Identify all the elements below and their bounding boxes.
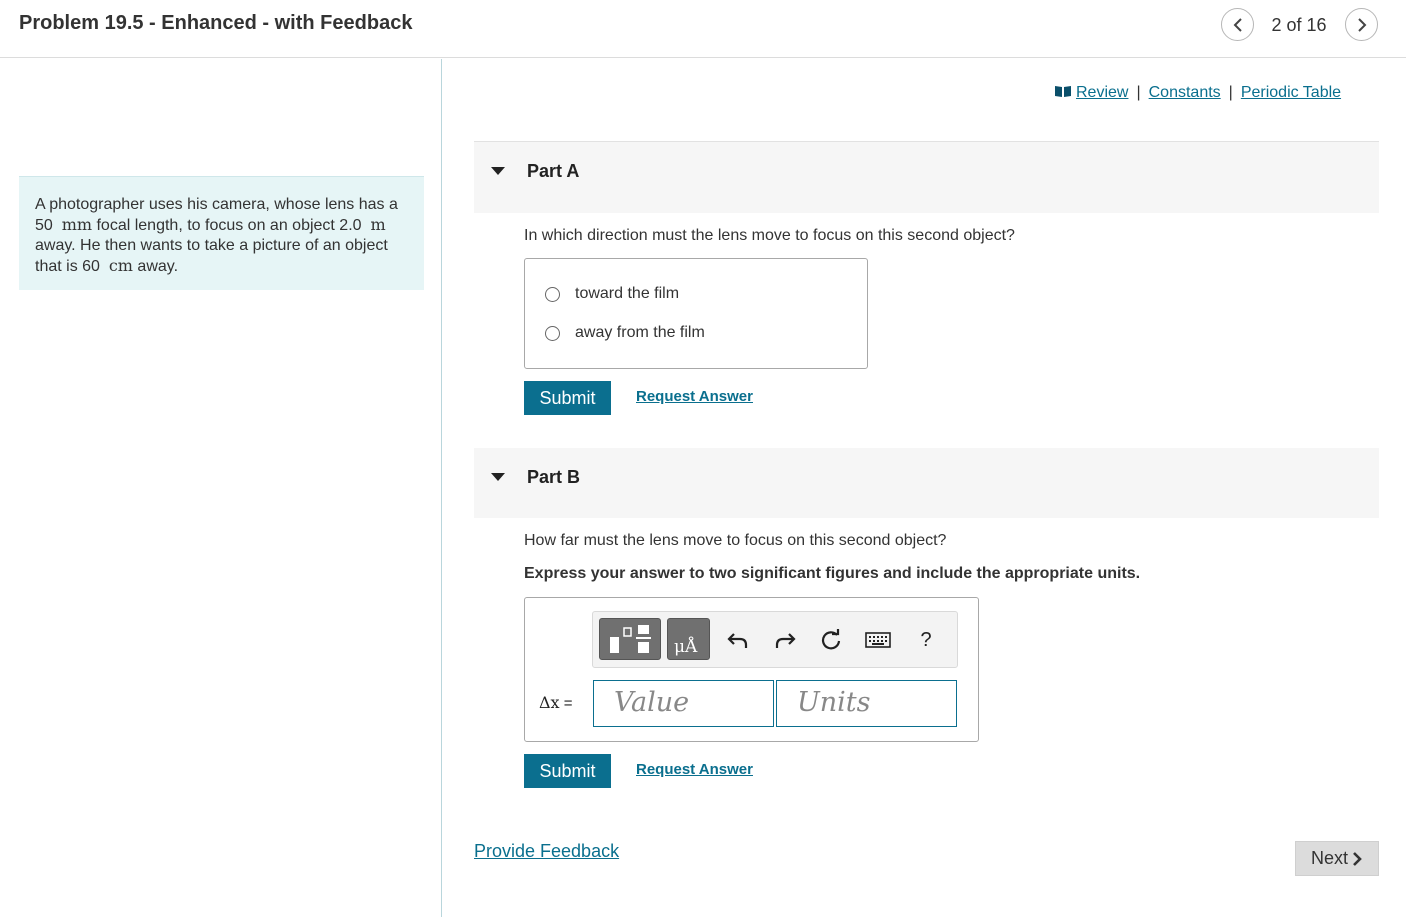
math-toolbar: μÅ ? (592, 611, 958, 668)
choice-label: toward the film (575, 285, 680, 302)
problem-intro: A photographer uses his camera, whose le… (19, 176, 424, 290)
intro-unit-m: m (370, 215, 386, 234)
intro-away-text: away. (132, 258, 179, 275)
units-input[interactable]: Units (776, 680, 957, 727)
keyboard-button[interactable] (864, 625, 892, 655)
part-b-question: How far must the lens move to focus on t… (524, 532, 947, 549)
choice-label: away from the film (575, 324, 705, 341)
part-a-header[interactable]: Part A (474, 141, 1379, 213)
page-title: Problem 19.5 - Enhanced - with Feedback (19, 12, 413, 34)
radio-button[interactable] (545, 286, 560, 302)
book-icon (1054, 85, 1072, 103)
variable-symbol: Δx (539, 693, 560, 712)
redo-button[interactable] (771, 625, 799, 655)
previous-problem-button[interactable] (1221, 8, 1254, 41)
undo-button[interactable] (724, 625, 752, 655)
part-b-header[interactable]: Part B (474, 448, 1379, 518)
equals-sign: = (559, 695, 573, 712)
next-button[interactable]: Next (1295, 841, 1379, 876)
help-button[interactable]: ? (912, 625, 940, 655)
part-b-request-answer-link[interactable]: Request Answer (636, 761, 753, 778)
intro-focal-number: 50 (35, 217, 53, 234)
chevron-right-icon (1357, 17, 1366, 32)
choice-away-from-film[interactable]: away from the film (545, 324, 705, 342)
intro-unit-mm: mm (61, 215, 93, 234)
part-b-instruction: Express your answer to two significant f… (524, 565, 1141, 582)
collapse-triangle-icon[interactable] (491, 167, 505, 175)
next-label: Next (1310, 848, 1348, 868)
next-problem-button[interactable] (1345, 8, 1378, 41)
provide-feedback-link[interactable]: Provide Feedback (474, 841, 619, 862)
intro-line-3: away. He then wants to take a picture of… (35, 237, 388, 254)
choice-toward-film[interactable]: toward the film (545, 285, 679, 303)
top-bar: Problem 19.5 - Enhanced - with Feedback … (0, 0, 1406, 58)
review-link[interactable]: Review (1076, 84, 1128, 102)
chevron-right-icon (1353, 851, 1362, 866)
part-a-submit-button[interactable]: Submit (524, 381, 611, 415)
reset-button[interactable] (817, 625, 845, 655)
link-separator: | (1228, 84, 1233, 101)
keyboard-icon (865, 632, 891, 648)
chevron-left-icon (1233, 17, 1242, 32)
intro-line-1: A photographer uses his camera, whose le… (35, 196, 398, 213)
templates-icon (610, 625, 651, 653)
part-b-title: Part B (527, 467, 581, 487)
part-b-submit-button[interactable]: Submit (524, 754, 611, 788)
part-a-question: In which direction must the lens move to… (524, 227, 1015, 244)
intro-focal-text: focal length, to focus on an object 2.0 (92, 217, 362, 234)
column-divider (441, 59, 442, 917)
problem-pager: 2 of 16 (1271, 15, 1327, 35)
intro-line-2: 50 mm focal length, to focus on an objec… (35, 215, 408, 236)
value-input[interactable]: Value (593, 680, 774, 727)
part-a-choices: toward the film away from the film (524, 258, 868, 369)
resource-links: Review | Constants | Periodic Table (1054, 84, 1341, 102)
link-separator: | (1136, 84, 1141, 101)
intro-unit-cm: cm (108, 256, 133, 275)
templates-button[interactable] (599, 618, 661, 660)
intro-line-4: that is 60 cm away. (35, 256, 408, 277)
units-button[interactable]: μÅ (667, 618, 710, 660)
redo-icon (775, 633, 796, 648)
radio-button[interactable] (545, 325, 560, 341)
collapse-triangle-icon[interactable] (491, 473, 505, 481)
part-a-request-answer-link[interactable]: Request Answer (636, 388, 753, 405)
reset-icon (821, 629, 841, 650)
intro-distance-text: that is 60 (35, 258, 100, 275)
units-button-label: μÅ (674, 637, 698, 657)
variable-label: Δx = (539, 693, 573, 712)
undo-icon (727, 633, 748, 648)
constants-link[interactable]: Constants (1149, 84, 1221, 102)
answer-input-box: μÅ ? Δx = Value Units (524, 597, 979, 742)
part-a-title: Part A (527, 161, 580, 181)
periodic-table-link[interactable]: Periodic Table (1241, 84, 1341, 102)
